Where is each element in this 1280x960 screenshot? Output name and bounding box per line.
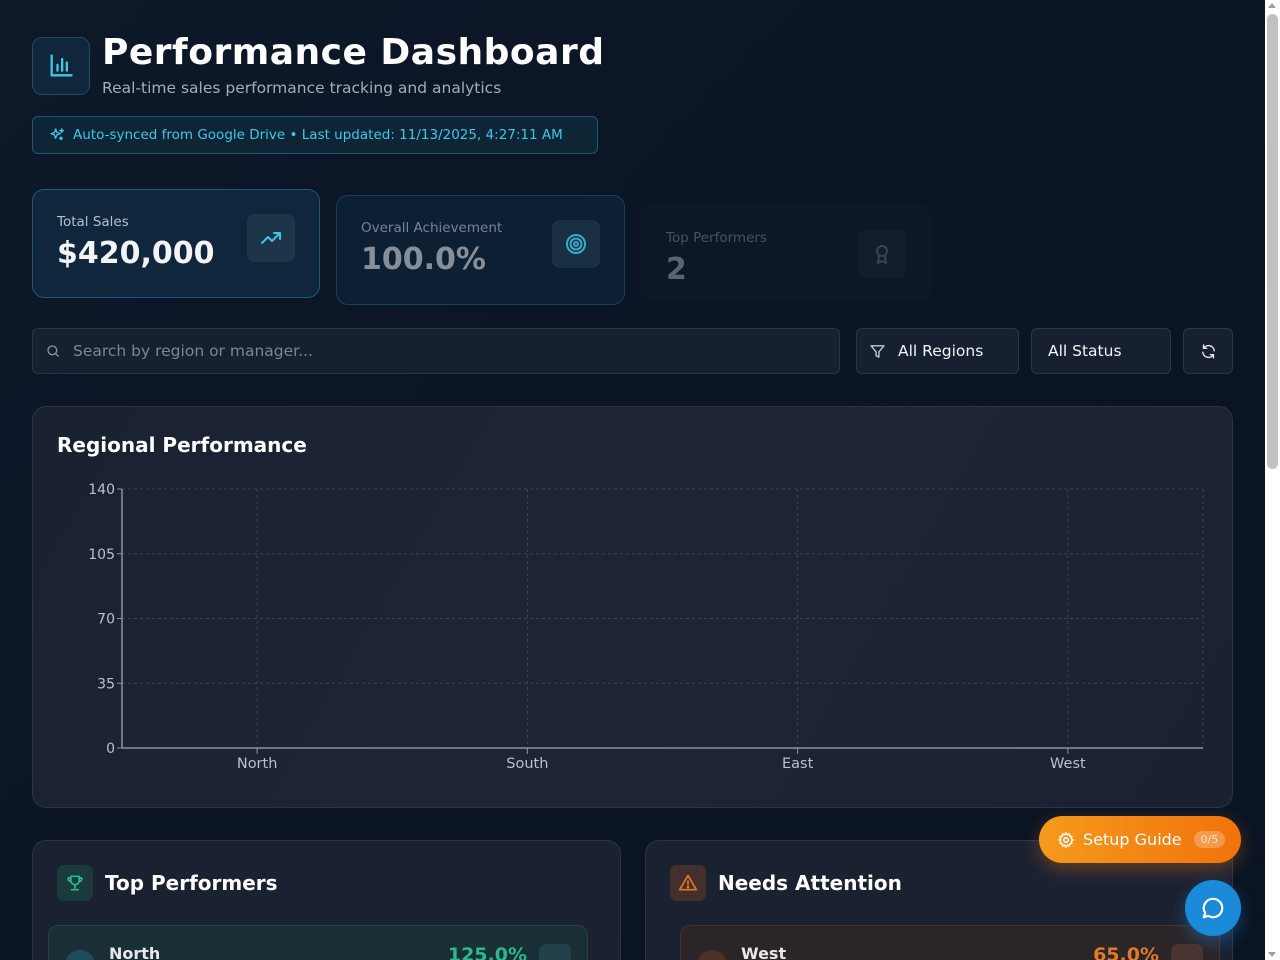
alert-triangle-icon: [670, 865, 706, 901]
region-filter-value: All Regions: [898, 342, 984, 360]
scroll-down-arrow[interactable]: [1268, 952, 1276, 957]
list-item[interactable]: North 125.0%: [48, 925, 588, 960]
stat-card-total-sales[interactable]: Total Sales $420,000: [32, 189, 320, 298]
gear-icon: [1058, 831, 1074, 848]
achievement-value: 125.0%: [447, 944, 527, 960]
sync-status-badge: Auto-synced from Google Drive • Last upd…: [32, 116, 598, 154]
needs-attention-title: Needs Attention: [718, 871, 902, 895]
chat-bubble-icon: [1202, 897, 1224, 919]
y-tick-label: 35: [97, 676, 115, 692]
x-tick-label: South: [506, 756, 548, 772]
region-name: West: [741, 944, 787, 960]
trending-up-icon: [247, 214, 295, 262]
scroll-thumb[interactable]: [1267, 14, 1278, 469]
refresh-button[interactable]: [1183, 328, 1233, 374]
bar-chart-icon: [32, 37, 90, 95]
achievement-value: 65.0%: [1093, 944, 1159, 960]
filter-icon: [870, 344, 885, 358]
stat-card-top-performers[interactable]: Top Performers 2: [641, 205, 931, 301]
regional-performance-chart: 0 35 70 105 140 North South East West: [88, 482, 1204, 772]
details-icon[interactable]: [1171, 944, 1203, 960]
x-tick-label: East: [782, 756, 814, 772]
list-item[interactable]: West 65.0%: [680, 925, 1220, 960]
target-icon: [552, 220, 600, 268]
top-performers-panel: Top Performers North 125.0%: [32, 840, 621, 960]
search-box[interactable]: [32, 328, 840, 374]
setup-guide-button[interactable]: Setup Guide 0/5: [1039, 816, 1241, 863]
x-tick-label: North: [237, 756, 278, 772]
region-avatar: [697, 950, 727, 960]
award-icon: [858, 230, 906, 278]
details-icon[interactable]: [539, 944, 571, 960]
sparkles-icon: [50, 128, 64, 141]
sync-status-text: Auto-synced from Google Drive • Last upd…: [73, 127, 563, 143]
chat-button[interactable]: [1185, 880, 1241, 936]
setup-progress-badge: 0/5: [1193, 831, 1226, 848]
stat-card-overall-achievement[interactable]: Overall Achievement 100.0%: [336, 195, 625, 305]
top-performers-title: Top Performers: [105, 871, 278, 895]
search-icon: [47, 345, 59, 357]
y-tick-label: 70: [97, 612, 115, 628]
region-name: North: [109, 944, 161, 960]
region-filter-select[interactable]: All Regions: [856, 328, 1019, 374]
y-tick-label: 140: [88, 482, 115, 498]
region-avatar: [65, 950, 95, 960]
refresh-icon: [1201, 343, 1215, 359]
page-title: Performance Dashboard: [102, 32, 605, 73]
regional-performance-panel: Regional Performance 0 35 70 105 140 North Sou…: [32, 406, 1233, 808]
status-filter-select[interactable]: All Status: [1031, 328, 1171, 374]
page-subtitle: Real-time sales performance tracking and…: [102, 79, 502, 97]
x-tick-label: West: [1050, 756, 1086, 772]
status-filter-value: All Status: [1048, 342, 1122, 360]
y-tick-label: 105: [88, 547, 115, 563]
scroll-up-arrow[interactable]: [1268, 3, 1276, 8]
y-tick-label: 0: [106, 741, 115, 757]
page-scrollbar[interactable]: [1265, 0, 1280, 960]
setup-guide-label: Setup Guide: [1083, 830, 1182, 849]
search-input[interactable]: [73, 342, 773, 360]
trophy-icon: [57, 865, 93, 901]
